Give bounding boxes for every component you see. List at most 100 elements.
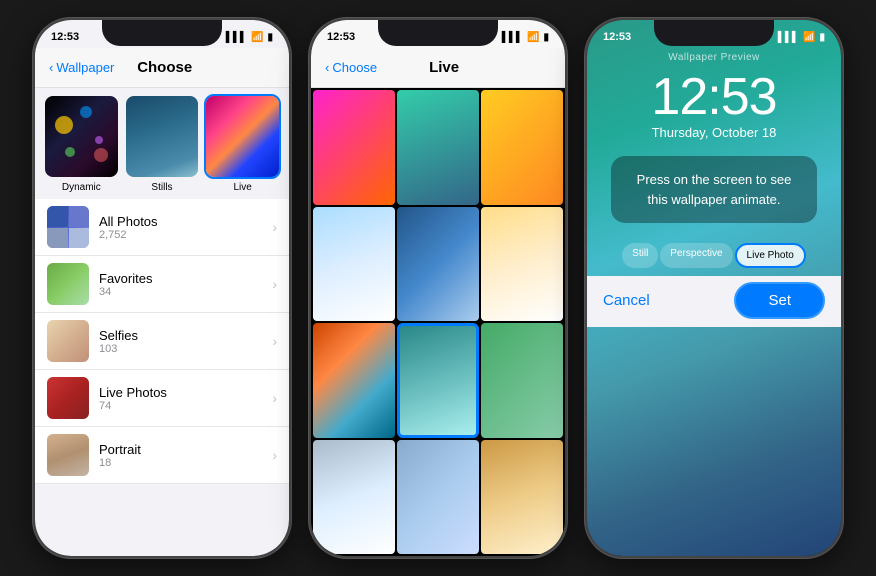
wifi-icon: 📶: [251, 32, 263, 43]
preview-animate-message: Press on the screen to see this wallpape…: [611, 156, 817, 223]
list-item-favorites[interactable]: Favorites 34 ›: [35, 256, 289, 313]
option-perspective[interactable]: Perspective: [660, 243, 732, 268]
category-dynamic[interactable]: Dynamic: [43, 94, 120, 193]
status-bar-1: 12:53 ▌▌▌ 📶 ▮: [35, 20, 289, 48]
list-item-portrait[interactable]: Portrait 18 ›: [35, 427, 289, 484]
back-button-1[interactable]: ‹ Wallpaper: [49, 60, 114, 75]
battery-icon-2: ▮: [543, 32, 549, 43]
wallpaper-cell-7[interactable]: [313, 323, 395, 438]
chevron-right-icon-2: ›: [272, 276, 277, 292]
bokeh-4: [65, 147, 75, 157]
status-icons-3: ▌▌▌ 📶 ▮: [778, 32, 825, 43]
stills-label: Stills: [124, 182, 201, 193]
status-bar-3: 12:53 ▌▌▌ 📶 ▮: [587, 20, 841, 48]
wallpaper-cell-3[interactable]: [481, 90, 563, 205]
portrait-info: Portrait 18: [99, 442, 272, 469]
wallpaper-cell-11[interactable]: [397, 440, 479, 555]
wallpaper-cell-9[interactable]: [481, 323, 563, 438]
chevron-left-icon-2: ‹: [325, 60, 329, 75]
selfies-title: Selfies: [99, 328, 272, 343]
set-button[interactable]: Set: [734, 282, 825, 319]
photo-list: All Photos 2,752 › Favorites 34 ›: [35, 199, 289, 484]
status-time-3: 12:53: [603, 31, 631, 43]
wallpaper-cell-5[interactable]: [397, 207, 479, 322]
favorites-info: Favorites 34: [99, 271, 272, 298]
chevron-right-icon-4: ›: [272, 390, 277, 406]
chevron-right-icon-1: ›: [272, 219, 277, 235]
wallpaper-cell-6[interactable]: [481, 207, 563, 322]
portrait-count: 18: [99, 457, 272, 469]
category-live[interactable]: Live: [204, 94, 281, 193]
chevron-right-icon-3: ›: [272, 333, 277, 349]
live-photos-title: Live Photos: [99, 385, 272, 400]
chevron-right-icon-5: ›: [272, 447, 277, 463]
nav-bar-2: ‹ Choose Live: [311, 48, 565, 88]
preview-actions-bar: Cancel Set: [587, 276, 841, 327]
wallpaper-preview-label: Wallpaper Preview: [668, 52, 760, 63]
live-photos-info: Live Photos 74: [99, 385, 272, 412]
list-item-live-photos[interactable]: Live Photos 74 ›: [35, 370, 289, 427]
live-photo-label: Live Photo: [747, 250, 794, 261]
wallpaper-cell-8-selected[interactable]: [397, 323, 479, 438]
option-still[interactable]: Still: [622, 243, 658, 268]
option-live-photo[interactable]: Live Photo: [735, 243, 806, 268]
live-photos-thumb: [47, 377, 89, 419]
live-wallpaper-grid: [311, 88, 565, 556]
wifi-icon-3: 📶: [803, 32, 815, 43]
phone-1-screen: 12:53 ▌▌▌ 📶 ▮ ‹ Wallpaper Choose: [35, 20, 289, 556]
status-time-1: 12:53: [51, 31, 79, 43]
selfies-count: 103: [99, 343, 272, 355]
bokeh-2: [80, 106, 92, 118]
signal-icon-2: ▌▌▌: [502, 32, 523, 43]
status-bar-2: 12:53 ▌▌▌ 📶 ▮: [311, 20, 565, 48]
back-label-2: Choose: [332, 60, 377, 75]
bokeh-3: [94, 148, 108, 162]
favorites-title: Favorites: [99, 271, 272, 286]
chevron-left-icon: ‹: [49, 60, 53, 75]
all-photos-info: All Photos 2,752: [99, 214, 272, 241]
still-label: Still: [632, 248, 648, 259]
list-item-selfies[interactable]: Selfies 103 ›: [35, 313, 289, 370]
bokeh-1: [55, 116, 73, 134]
perspective-label: Perspective: [670, 248, 722, 259]
live-thumb: [204, 94, 281, 179]
set-label: Set: [768, 292, 791, 309]
selfies-thumb: [47, 320, 89, 362]
portrait-title: Portrait: [99, 442, 272, 457]
wallpaper-cell-12[interactable]: [481, 440, 563, 555]
back-button-2[interactable]: ‹ Choose: [325, 60, 377, 75]
live-photos-count: 74: [99, 400, 272, 412]
selfies-info: Selfies 103: [99, 328, 272, 355]
wallpaper-cell-4[interactable]: [313, 207, 395, 322]
preview-message-text: Press on the screen to see this wallpape…: [637, 172, 792, 207]
status-icons-2: ▌▌▌ 📶 ▮: [502, 32, 549, 43]
dynamic-thumb: [43, 94, 120, 179]
stills-thumb: [124, 94, 201, 179]
bokeh-5: [95, 136, 103, 144]
wallpaper-cell-10[interactable]: [313, 440, 395, 555]
nav-bar-1: ‹ Wallpaper Choose: [35, 48, 289, 88]
category-stills[interactable]: Stills: [124, 94, 201, 193]
cancel-button[interactable]: Cancel: [603, 292, 650, 309]
preview-options-bar: Still Perspective Live Photo: [599, 243, 829, 268]
nav-title-1: Choose: [137, 59, 192, 76]
battery-icon-3: ▮: [819, 32, 825, 43]
preview-date-display: Thursday, October 18: [587, 125, 841, 140]
phone-3-screen: 12:53 ▌▌▌ 📶 ▮ Wallpaper Preview 12:53 Th…: [587, 20, 841, 556]
back-label-1: Wallpaper: [56, 60, 114, 75]
favorites-thumb: [47, 263, 89, 305]
status-icons-1: ▌▌▌ 📶 ▮: [226, 32, 273, 43]
list-item-all-photos[interactable]: All Photos 2,752 ›: [35, 199, 289, 256]
live-label: Live: [204, 182, 281, 193]
favorites-count: 34: [99, 286, 272, 298]
nav-title-2: Live: [429, 59, 459, 76]
phone-2: 12:53 ▌▌▌ 📶 ▮ ‹ Choose Live: [309, 18, 567, 558]
preview-time-display: 12:53: [587, 71, 841, 123]
signal-icon-3: ▌▌▌: [778, 32, 799, 43]
signal-icon: ▌▌▌: [226, 32, 247, 43]
phone-2-screen: 12:53 ▌▌▌ 📶 ▮ ‹ Choose Live: [311, 20, 565, 556]
wallpaper-cell-2[interactable]: [397, 90, 479, 205]
wallpaper-cell-1[interactable]: [313, 90, 395, 205]
battery-icon: ▮: [267, 32, 273, 43]
status-time-2: 12:53: [327, 31, 355, 43]
